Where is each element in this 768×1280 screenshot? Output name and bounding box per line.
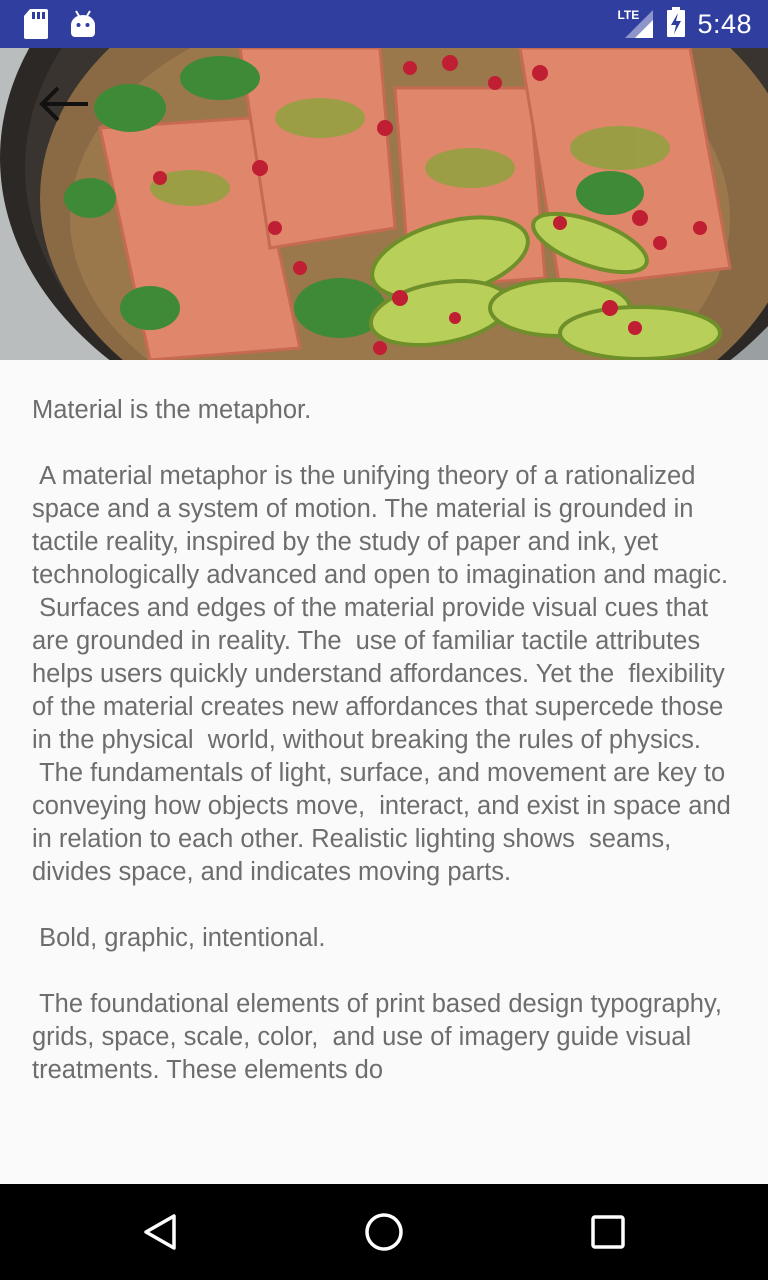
status-clock: 5:48 (697, 8, 752, 39)
header-image (0, 48, 768, 360)
status-bar: LTE 5:48 (0, 0, 768, 48)
navigation-bar (0, 1184, 768, 1280)
system-status: LTE 5:48 (617, 0, 752, 48)
article-text: Material is the metaphor. A material met… (32, 396, 731, 1084)
notification-icons (24, 9, 96, 44)
nav-recents-button[interactable] (584, 1208, 632, 1256)
home-circle-icon (365, 1213, 403, 1251)
back-button[interactable] (32, 80, 96, 128)
nav-home-button[interactable] (360, 1208, 408, 1256)
arrow-left-icon (39, 86, 88, 122)
back-triangle-icon (144, 1214, 176, 1250)
android-debug-icon (70, 9, 96, 44)
lte-signal-icon: LTE (617, 8, 655, 40)
nav-back-button[interactable] (136, 1208, 184, 1256)
battery-charging-icon (667, 6, 686, 42)
recents-square-icon (591, 1215, 625, 1249)
sd-card-icon (24, 9, 48, 44)
network-type-label: LTE (617, 8, 640, 22)
salmon-dish-photo (0, 48, 768, 360)
article-scroll-view[interactable]: Material is the metaphor. A material met… (0, 360, 768, 1184)
